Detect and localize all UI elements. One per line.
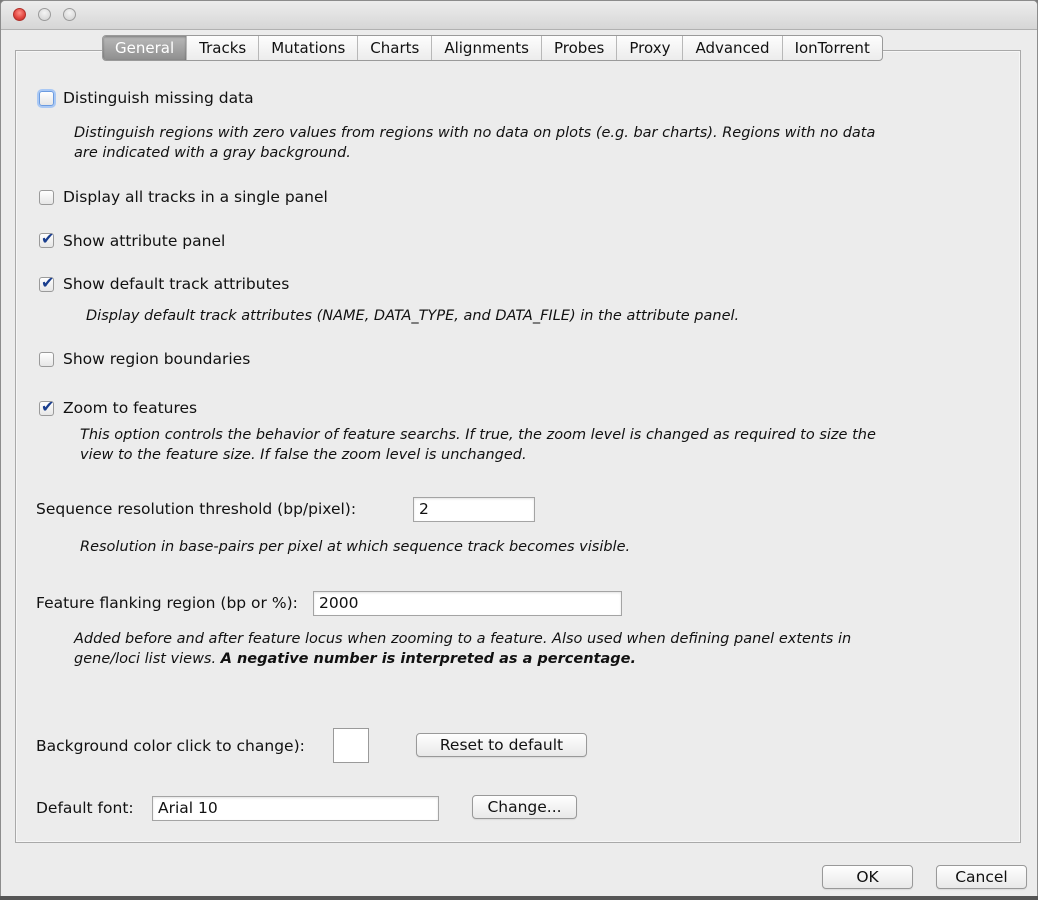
tab-general[interactable]: General <box>103 36 188 60</box>
default-attributes-checkbox[interactable]: ✔ <box>39 273 55 292</box>
sequence-threshold-input[interactable]: 2 <box>413 497 535 522</box>
tab-proxy[interactable]: Proxy <box>617 36 684 60</box>
single-panel-checkbox[interactable] <box>39 190 54 205</box>
tab-advanced[interactable]: Advanced <box>683 36 783 60</box>
close-window-icon[interactable] <box>13 8 26 21</box>
default-font-field[interactable]: Arial 10 <box>152 796 439 821</box>
distinguish-missing-description: Distinguish regions with zero values fro… <box>74 123 974 163</box>
preferences-window: General Tracks Mutations Charts Alignmen… <box>0 0 1038 898</box>
flanking-desc-line1: Added before and after feature locus whe… <box>74 631 852 647</box>
single-panel-label[interactable]: Display all tracks in a single panel <box>63 188 328 206</box>
default-attributes-label[interactable]: Show default track attributes <box>63 275 289 293</box>
checkmark-icon: ✔ <box>41 229 55 248</box>
flanking-input[interactable]: 2000 <box>313 591 622 616</box>
tab-alignments[interactable]: Alignments <box>432 36 542 60</box>
ok-button[interactable]: OK <box>822 865 913 889</box>
tab-probes[interactable]: Probes <box>542 36 618 60</box>
zoom-features-checkbox[interactable]: ✔ <box>39 397 55 416</box>
sequence-threshold-description: Resolution in base-pairs per pixel at wh… <box>80 539 631 555</box>
tab-mutations[interactable]: Mutations <box>259 36 359 60</box>
title-bar <box>1 1 1037 30</box>
zoom-features-description: This option controls the behavior of fea… <box>80 425 960 465</box>
zoom-features-label[interactable]: Zoom to features <box>63 399 197 417</box>
zoom-features-desc-line1: This option controls the behavior of fea… <box>80 427 876 443</box>
checkmark-icon: ✔ <box>41 273 55 292</box>
cancel-button[interactable]: Cancel <box>936 865 1027 889</box>
flanking-desc-plain: gene/loci list views. <box>74 651 221 667</box>
region-boundaries-checkbox[interactable] <box>39 352 54 367</box>
zoom-window-icon[interactable] <box>63 8 76 21</box>
distinguish-missing-checkbox[interactable] <box>39 91 54 106</box>
attribute-panel-checkbox[interactable]: ✔ <box>39 229 55 248</box>
flanking-label: Feature flanking region (bp or %): <box>36 594 298 612</box>
tab-iontorrent[interactable]: IonTorrent <box>783 36 882 60</box>
background-color-label: Background color click to change): <box>36 737 305 755</box>
attribute-panel-label[interactable]: Show attribute panel <box>63 232 225 250</box>
reset-default-button[interactable]: Reset to default <box>416 733 587 757</box>
change-font-button[interactable]: Change... <box>472 795 577 819</box>
distinguish-missing-desc-line1: Distinguish regions with zero values fro… <box>74 125 876 141</box>
flanking-description: Added before and after feature locus whe… <box>74 629 954 669</box>
checkmark-icon: ✔ <box>41 397 55 416</box>
default-font-label: Default font: <box>36 799 134 817</box>
minimize-window-icon[interactable] <box>38 8 51 21</box>
flanking-desc-bold: A negative number is interpreted as a pe… <box>220 651 636 667</box>
tab-bar: General Tracks Mutations Charts Alignmen… <box>102 35 883 61</box>
flanking-desc-line2: gene/loci list views. A negative number … <box>74 649 954 669</box>
distinguish-missing-desc-line2: are indicated with a gray background. <box>74 145 351 161</box>
zoom-features-desc-line2: view to the feature size. If false the z… <box>80 447 527 463</box>
background-window-strip <box>0 896 1038 900</box>
region-boundaries-label[interactable]: Show region boundaries <box>63 350 250 368</box>
tab-tracks[interactable]: Tracks <box>187 36 260 60</box>
background-color-swatch[interactable] <box>333 728 369 763</box>
tab-charts[interactable]: Charts <box>358 36 433 60</box>
distinguish-missing-label[interactable]: Distinguish missing data <box>63 89 254 107</box>
default-attributes-description: Display default track attributes (NAME, … <box>86 308 740 324</box>
sequence-threshold-label: Sequence resolution threshold (bp/pixel)… <box>36 500 357 518</box>
